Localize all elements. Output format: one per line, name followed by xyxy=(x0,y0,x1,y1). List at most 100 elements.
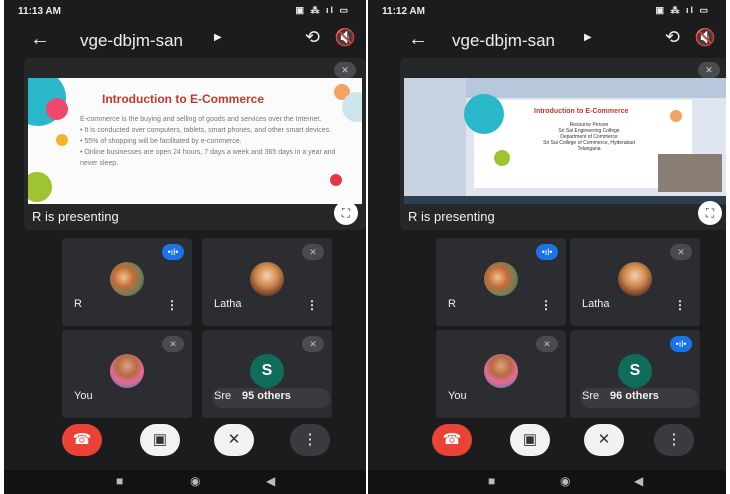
phone-screen-left: 11:13 AM ▣ ⁂ ıl ▭ ← vge-dbjm-san ▶ ⟲ 🔇 ✕… xyxy=(4,0,366,494)
participant-tile[interactable]: ✕ Latha ⋮ xyxy=(570,238,700,326)
more-vert-icon[interactable]: ⋮ xyxy=(306,298,318,312)
participant-name: You xyxy=(448,390,467,402)
fullscreen-icon[interactable]: ⛶ xyxy=(334,201,358,225)
speaker-off-icon[interactable]: 🔇 xyxy=(335,28,356,48)
slide-body: Resource Person Sri Sai Engineering Coll… xyxy=(543,122,635,152)
participant-name: Sre xyxy=(214,390,232,402)
others-count: 95 others xyxy=(242,390,291,402)
slide-decor-circle xyxy=(56,134,68,146)
mic-off-icon: ✕ xyxy=(670,244,692,260)
avatar xyxy=(110,354,144,388)
shared-desktop: Introduction to E-Commerce Resource Pers… xyxy=(404,78,726,204)
avatar xyxy=(250,262,284,296)
camera-switch-icon[interactable]: ⟲ xyxy=(665,27,680,48)
back-icon[interactable]: ◀ xyxy=(266,474,275,488)
slide-decor-circle xyxy=(330,174,342,186)
participant-name: Latha xyxy=(582,298,610,310)
status-bar: 11:12 AM ▣ ⁂ ıl ▭ xyxy=(368,4,726,20)
back-arrow-icon[interactable]: ← xyxy=(30,28,50,51)
speaker-off-icon[interactable]: 🔇 xyxy=(695,28,716,48)
mic-off-icon: ✕ xyxy=(302,244,324,260)
slide-decor-circle xyxy=(28,172,52,202)
avatar xyxy=(484,354,518,388)
mic-off-icon[interactable]: ✕ xyxy=(214,424,254,456)
participant-tile[interactable]: ✕ You xyxy=(62,330,192,418)
more-vert-icon[interactable]: ⋮ xyxy=(540,298,552,312)
caret-right-icon[interactable]: ▶ xyxy=(214,32,222,43)
caret-right-icon[interactable]: ▶ xyxy=(584,32,592,43)
slide-title: Introduction to E-Commerce xyxy=(534,108,629,115)
phone-hangup-icon[interactable]: ☎ xyxy=(62,424,102,456)
android-nav-bar: ■ ◉ ◀ xyxy=(4,470,366,494)
others-tile[interactable]: •ıl• S Sre 96 others xyxy=(570,330,700,418)
camera-switch-icon[interactable]: ⟲ xyxy=(305,27,320,48)
status-time: 11:13 AM xyxy=(18,6,61,17)
more-vert-icon[interactable]: ⋮ xyxy=(290,424,330,456)
slide-decor-circle xyxy=(342,92,362,122)
presentation-stage: ✕ Introduction to E-Commerce Resource Pe… xyxy=(400,58,726,230)
camera-off-icon[interactable]: ▣ xyxy=(140,424,180,456)
presenter-mic-off-icon: ✕ xyxy=(334,62,356,78)
meeting-code[interactable]: vge-dbjm-san xyxy=(452,31,555,51)
back-icon[interactable]: ◀ xyxy=(634,474,643,488)
participant-tile[interactable]: ✕ Latha ⋮ xyxy=(202,238,332,326)
phone-screen-right: 11:12 AM ▣ ⁂ ıl ▭ ← vge-dbjm-san ▶ ⟲ 🔇 ✕… xyxy=(368,0,726,494)
status-time: 11:12 AM xyxy=(382,6,425,17)
presentation-stage: ✕ Introduction to E-Commerce E-commerce … xyxy=(24,58,366,230)
mic-off-icon: ✕ xyxy=(302,336,324,352)
fullscreen-icon[interactable]: ⛶ xyxy=(698,201,722,225)
slide-decor-circle xyxy=(670,110,682,122)
slide-decor-circle xyxy=(464,94,504,134)
mic-off-icon[interactable]: ✕ xyxy=(584,424,624,456)
speaking-indicator-icon: •ıl• xyxy=(536,244,558,260)
home-icon[interactable]: ◉ xyxy=(560,474,570,488)
presenter-mic-off-icon: ✕ xyxy=(698,62,720,78)
recents-icon[interactable]: ■ xyxy=(116,474,123,488)
mic-off-icon: ✕ xyxy=(536,336,558,352)
shared-slide: Introduction to E-Commerce E-commerce is… xyxy=(28,78,362,204)
meeting-app-bar: ← vge-dbjm-san ▶ ⟲ 🔇 xyxy=(4,24,366,58)
back-arrow-icon[interactable]: ← xyxy=(408,28,428,51)
status-bar: 11:13 AM ▣ ⁂ ıl ▭ xyxy=(4,4,366,20)
more-vert-icon[interactable]: ⋮ xyxy=(674,298,686,312)
recents-icon[interactable]: ■ xyxy=(488,474,495,488)
slide-thumbnails xyxy=(404,78,466,204)
speaking-indicator-icon: •ıl• xyxy=(670,336,692,352)
avatar: S xyxy=(250,354,284,388)
avatar: S xyxy=(618,354,652,388)
call-controls: ☎ ▣ ✕ ⋮ xyxy=(368,424,726,460)
participant-name: Sre xyxy=(582,390,600,402)
call-controls: ☎ ▣ ✕ ⋮ xyxy=(4,424,366,460)
slide-decor-circle xyxy=(46,98,68,120)
more-vert-icon[interactable]: ⋮ xyxy=(654,424,694,456)
android-nav-bar: ■ ◉ ◀ xyxy=(368,470,726,494)
home-icon[interactable]: ◉ xyxy=(190,474,200,488)
avatar xyxy=(484,262,518,296)
participant-tile[interactable]: ✕ You xyxy=(436,330,566,418)
speaking-indicator-icon: •ıl• xyxy=(162,244,184,260)
presenting-label: R is presenting xyxy=(408,209,495,224)
avatar xyxy=(110,262,144,296)
mic-off-icon: ✕ xyxy=(162,336,184,352)
slide-decor-circle xyxy=(494,150,510,166)
presenting-label: R is presenting xyxy=(32,209,119,224)
slide-body: E-commerce is the buying and selling of … xyxy=(80,116,336,167)
meeting-code[interactable]: vge-dbjm-san xyxy=(80,31,183,51)
avatar xyxy=(618,262,652,296)
taskbar xyxy=(404,196,726,204)
phone-hangup-icon[interactable]: ☎ xyxy=(432,424,472,456)
video-preview xyxy=(658,154,722,192)
status-icons: ▣ ⁂ ıl ▭ xyxy=(655,5,710,15)
participant-name: Latha xyxy=(214,298,242,310)
more-vert-icon[interactable]: ⋮ xyxy=(166,298,178,312)
screenshots-pair: 11:13 AM ▣ ⁂ ıl ▭ ← vge-dbjm-san ▶ ⟲ 🔇 ✕… xyxy=(0,0,730,494)
participant-tile[interactable]: •ıl• R ⋮ xyxy=(436,238,566,326)
status-icons: ▣ ⁂ ıl ▭ xyxy=(295,5,350,15)
others-tile[interactable]: ✕ S Sre 95 others xyxy=(202,330,332,418)
participant-name: R xyxy=(448,298,456,310)
participant-name: You xyxy=(74,390,93,402)
meeting-app-bar: ← vge-dbjm-san ▶ ⟲ 🔇 xyxy=(368,24,726,58)
camera-off-icon[interactable]: ▣ xyxy=(510,424,550,456)
slide-title: Introduction to E-Commerce xyxy=(102,92,265,106)
participant-tile[interactable]: •ıl• R ⋮ xyxy=(62,238,192,326)
